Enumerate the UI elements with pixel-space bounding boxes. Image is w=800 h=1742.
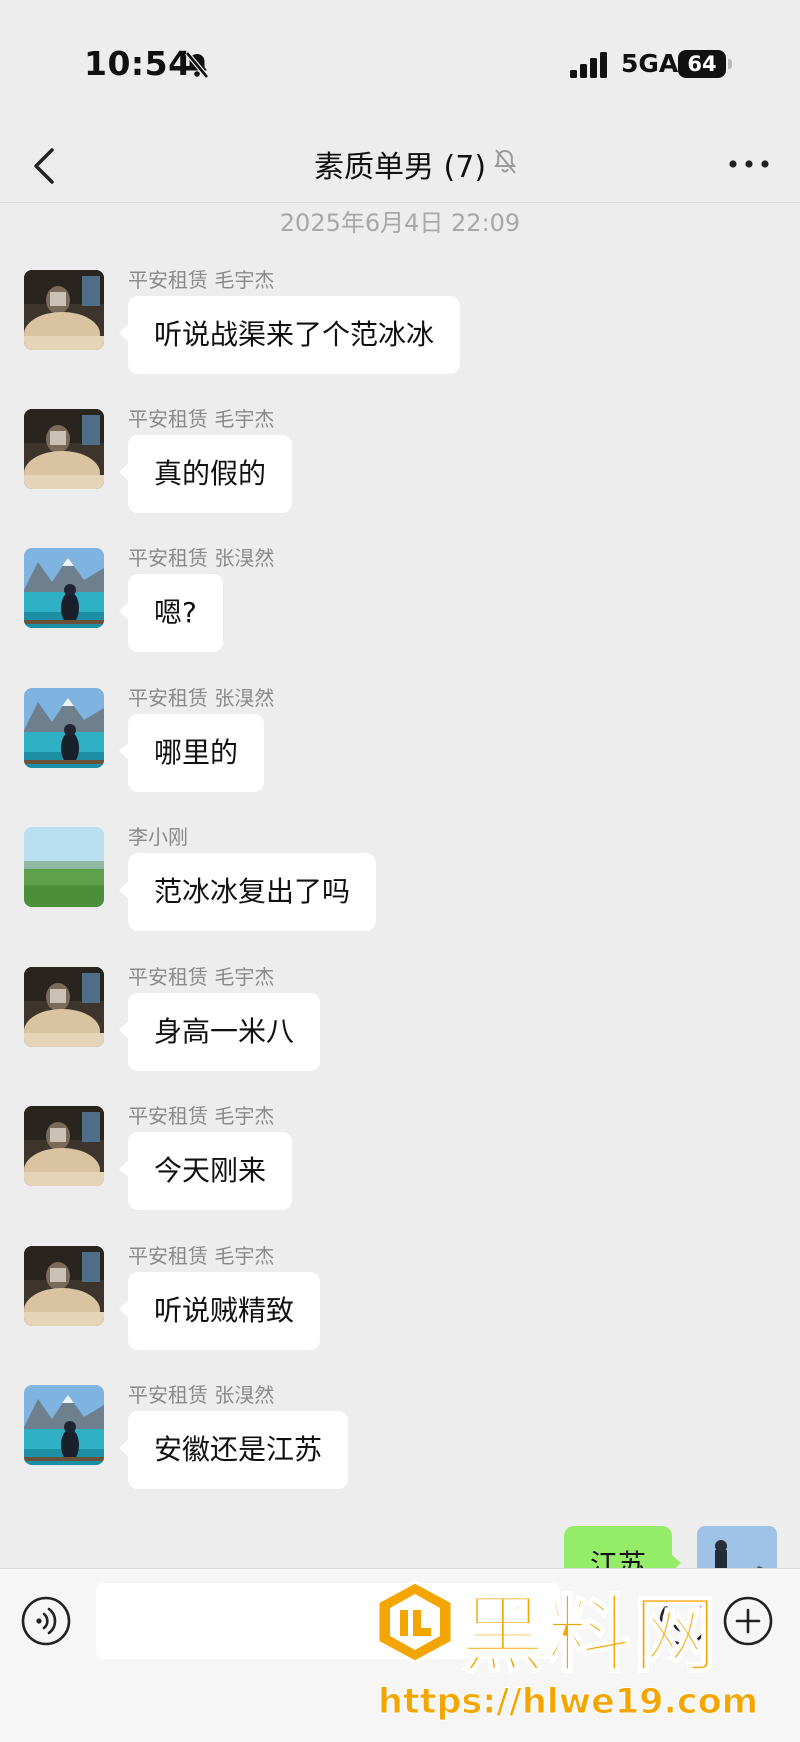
message-bubble[interactable]: 哪里的 xyxy=(118,714,265,792)
watermark-logo-icon xyxy=(376,1580,454,1664)
bell-off-icon xyxy=(185,51,209,79)
message-bubble[interactable]: 今天刚来 xyxy=(118,1132,293,1210)
message-bubble[interactable]: 身高一米八 xyxy=(118,993,321,1071)
cellular-signal-icon xyxy=(570,52,607,78)
message-bubble[interactable]: 安徽还是江苏 xyxy=(118,1411,349,1489)
voice-input-icon[interactable] xyxy=(20,1595,72,1647)
status-time: 10:54 xyxy=(84,44,192,83)
avatar[interactable] xyxy=(24,1246,104,1326)
avatar[interactable] xyxy=(24,409,104,489)
chat-message: 平安租赁 张湨然 哪里的 xyxy=(0,686,800,808)
mute-bell-icon xyxy=(494,149,516,174)
avatar[interactable] xyxy=(24,827,104,907)
message-bubble[interactable]: 真的假的 xyxy=(118,435,293,513)
back-icon[interactable] xyxy=(26,140,66,192)
network-type: 5GA xyxy=(621,49,679,78)
chat-message: 平安租赁 毛宇杰 今天刚来 xyxy=(0,1104,800,1226)
chat-message: 平安租赁 张湨然 安徽还是江苏 xyxy=(0,1383,800,1505)
avatar[interactable] xyxy=(24,270,104,350)
sender-name: 平安租赁 毛宇杰 xyxy=(128,1104,275,1128)
chat-message: 平安租赁 毛宇杰 身高一米八 xyxy=(0,965,800,1087)
avatar[interactable] xyxy=(24,1106,104,1186)
avatar[interactable] xyxy=(24,1385,104,1465)
battery-tip xyxy=(728,59,732,69)
sender-name: 平安租赁 毛宇杰 xyxy=(128,268,275,292)
avatar[interactable] xyxy=(24,548,104,628)
chat-header: 素质单男 (7) xyxy=(0,130,800,203)
watermark-text: 黑料网 xyxy=(460,1585,720,1685)
chat-message: 平安租赁 毛宇杰 听说贼精致 xyxy=(0,1244,800,1366)
sender-name: 平安租赁 张湨然 xyxy=(128,546,275,570)
watermark-url: https://hlwe19.com xyxy=(377,1682,759,1723)
avatar[interactable] xyxy=(24,967,104,1047)
chat-message: 李小刚 范冰冰复出了吗 xyxy=(0,825,800,947)
message-bubble[interactable]: 范冰冰复出了吗 xyxy=(118,853,377,931)
more-options-icon[interactable] xyxy=(724,146,774,182)
status-bar: 10:54 5GA 64 xyxy=(0,0,800,130)
chat-title: 素质单男 (7) xyxy=(314,150,487,185)
site-watermark: 黑料网 https://hlwe19.com xyxy=(376,1572,796,1732)
sender-name: 平安租赁 张湨然 xyxy=(128,1383,275,1407)
message-bubble[interactable]: 嗯? xyxy=(119,574,223,652)
sender-name: 平安租赁 毛宇杰 xyxy=(128,965,275,989)
chat-message: 平安租赁 毛宇杰 听说战渠来了个范冰冰 xyxy=(0,268,800,390)
message-bubble[interactable]: 听说战渠来了个范冰冰 xyxy=(118,296,461,374)
chat-message: 平安租赁 毛宇杰 真的假的 xyxy=(0,407,800,529)
sender-name: 平安租赁 毛宇杰 xyxy=(128,1244,275,1268)
sender-name: 平安租赁 毛宇杰 xyxy=(128,407,275,431)
battery-icon: 64 xyxy=(678,50,734,78)
battery-level: 64 xyxy=(678,50,726,78)
sender-name: 李小刚 xyxy=(128,825,188,849)
avatar[interactable] xyxy=(24,688,104,768)
chat-timestamp: 2025年6月4日 22:09 xyxy=(279,209,521,237)
sender-name: 平安租赁 张湨然 xyxy=(128,686,275,710)
chat-message: 平安租赁 张湨然 嗯? xyxy=(0,546,800,668)
message-bubble[interactable]: 听说贼精致 xyxy=(118,1272,321,1350)
